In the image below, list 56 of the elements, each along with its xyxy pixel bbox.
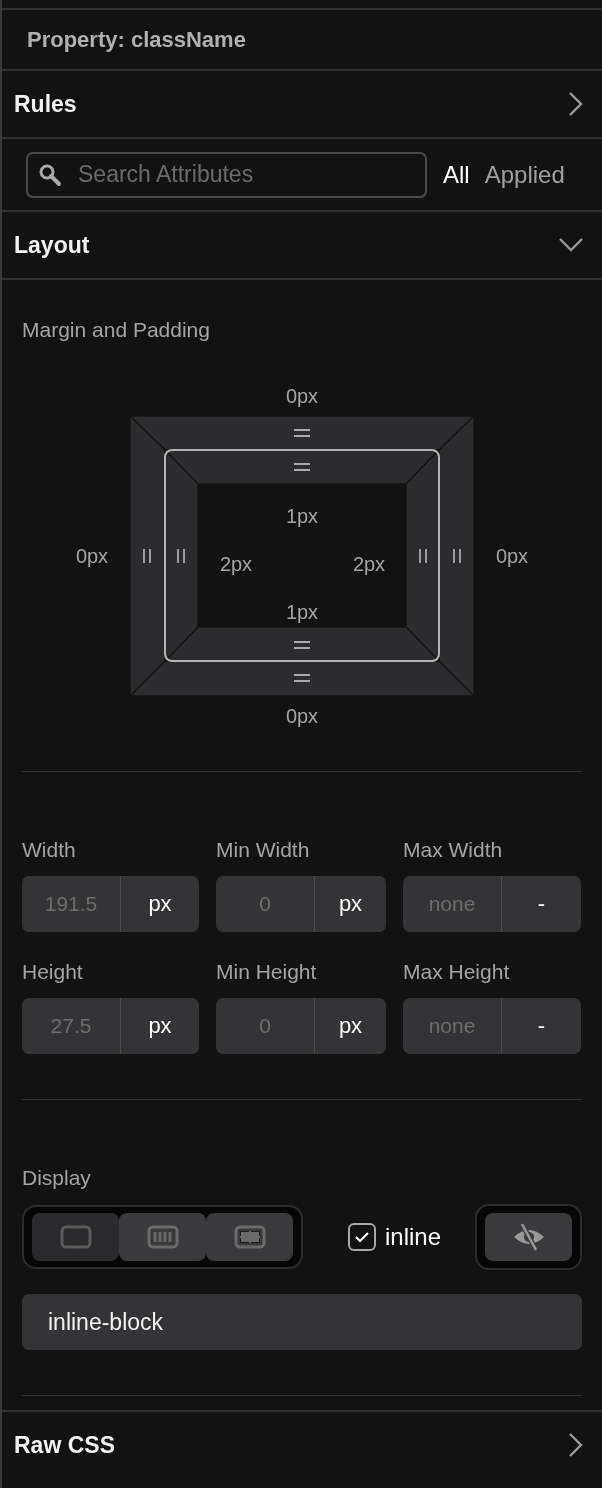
checkmark-icon <box>354 1231 370 1243</box>
search-field[interactable]: Search Attributes <box>26 151 427 198</box>
margin-value[interactable]: 0px <box>285 704 319 728</box>
checkbox-label[interactable]: inline <box>385 1223 442 1251</box>
drag-handle-icon[interactable] <box>293 463 311 471</box>
drag-handle-icon[interactable] <box>453 548 461 564</box>
field-label: Width <box>22 838 77 862</box>
chevron-right-icon[interactable] <box>568 1432 584 1458</box>
drag-handle-icon[interactable] <box>177 548 185 564</box>
unit-dropdown[interactable]: - <box>502 876 581 932</box>
unit-dropdown[interactable]: px <box>121 876 199 932</box>
value-input[interactable]: none <box>403 876 502 932</box>
unit-dropdown[interactable]: px <box>315 998 386 1054</box>
padding-value[interactable]: 2px <box>219 553 253 575</box>
value-input[interactable]: 0 <box>216 876 315 932</box>
padding-value[interactable]: 1px <box>285 505 319 527</box>
drag-handle-icon[interactable] <box>293 641 311 649</box>
panel-title: Property: className <box>27 26 246 53</box>
rectangle-icon <box>59 1225 92 1249</box>
filter-tab[interactable]: Applied <box>484 160 565 189</box>
field-label: Display <box>22 1166 92 1190</box>
section-label: Margin and Padding <box>22 318 211 342</box>
section-header[interactable]: Rules <box>2 71 602 139</box>
hide-button[interactable] <box>485 1213 572 1261</box>
unit-dropdown[interactable]: px <box>315 876 386 932</box>
drag-handle-icon[interactable] <box>419 548 427 564</box>
columns-icon <box>146 1225 179 1249</box>
value-input[interactable]: 191.5 <box>22 876 121 932</box>
filter-tab[interactable]: All <box>443 160 470 189</box>
drag-handle-icon[interactable] <box>293 429 311 437</box>
chevron-right-icon[interactable] <box>568 91 584 117</box>
section-header[interactable]: Layout <box>2 212 602 280</box>
padding-value[interactable]: 1px <box>285 601 319 623</box>
value-input[interactable]: 0 <box>216 998 315 1054</box>
field-label: Max Height <box>403 960 511 984</box>
value-input[interactable]: none <box>403 998 502 1054</box>
search-icon <box>38 162 62 187</box>
unit-dropdown[interactable]: px <box>121 998 199 1054</box>
value-input[interactable]: 27.5 <box>22 998 121 1054</box>
drag-handle-icon[interactable] <box>143 548 151 564</box>
section-header[interactable]: Raw CSS <box>2 1412 602 1478</box>
field-label: Min Width <box>216 838 311 862</box>
display-mode-button[interactable] <box>206 1213 293 1261</box>
field-label: Max Width <box>403 838 504 862</box>
grid-icon <box>233 1225 266 1249</box>
display-dropdown[interactable]: inline-block <box>22 1294 582 1350</box>
checkbox[interactable] <box>348 1223 376 1251</box>
drag-handle-icon[interactable] <box>293 674 311 682</box>
field-label: Min Height <box>216 960 318 984</box>
chevron-down-icon[interactable] <box>558 237 584 253</box>
margin-value[interactable]: 0px <box>285 384 319 408</box>
unit-dropdown[interactable]: - <box>502 998 581 1054</box>
padding-value[interactable]: 2px <box>352 553 386 575</box>
margin-value[interactable]: 0px <box>72 544 112 568</box>
field-label: Height <box>22 960 84 984</box>
margin-value[interactable]: 0px <box>492 544 532 568</box>
